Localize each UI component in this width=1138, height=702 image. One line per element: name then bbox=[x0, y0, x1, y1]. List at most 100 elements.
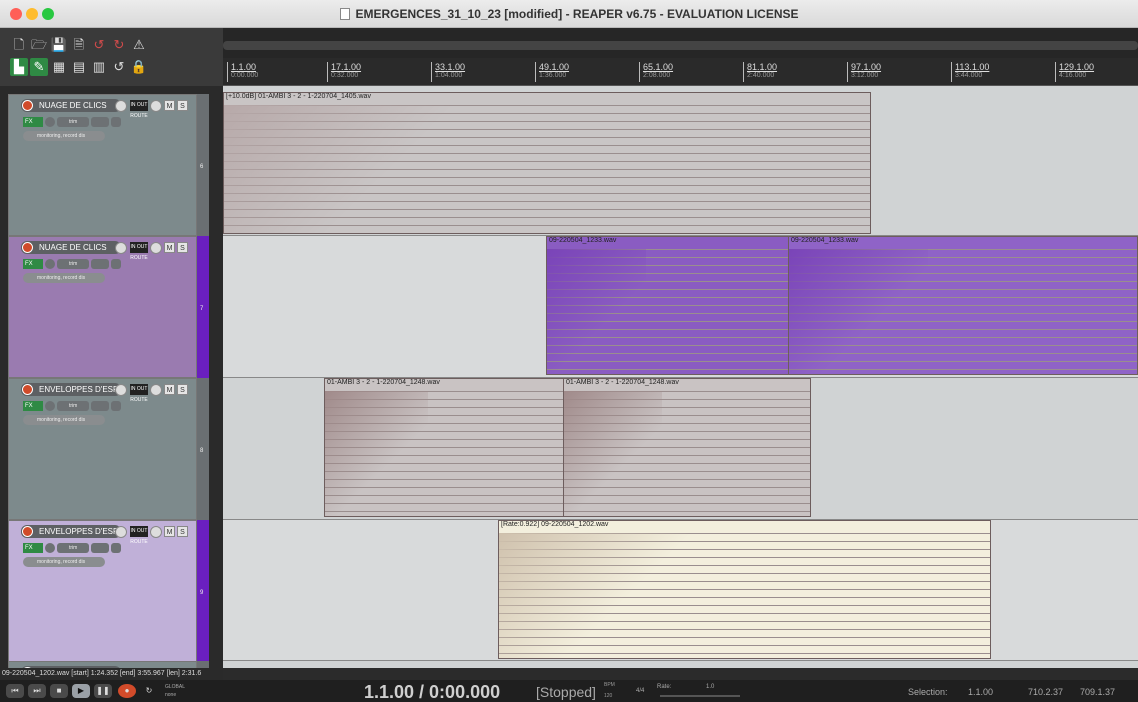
bpm-value[interactable]: 120 bbox=[604, 693, 612, 699]
fade-in-curve[interactable] bbox=[499, 533, 696, 658]
solo-button[interactable]: S bbox=[177, 242, 188, 253]
phase-icon[interactable] bbox=[45, 401, 55, 411]
selection-end[interactable]: 710.2.37 bbox=[1028, 687, 1063, 697]
play-arrow-icon[interactable] bbox=[111, 401, 121, 411]
track-name[interactable]: ENVELOPPES D'ESPAt..2 bbox=[21, 525, 121, 538]
pan-knob[interactable] bbox=[150, 100, 162, 112]
track-name[interactable]: NUAGE DE CLICS bbox=[21, 99, 121, 112]
record-arm-icon[interactable] bbox=[22, 384, 33, 395]
automation-mode-button[interactable]: trim bbox=[57, 401, 89, 411]
pause-button[interactable]: ❚❚ bbox=[94, 684, 112, 698]
track-4[interactable]: ENVELOPPES D'ESPAt..2 IN OUT ROUTE MS FX tri… bbox=[0, 520, 223, 662]
media-item[interactable]: [+10.0dB] 01-AMBI 3 - 2 - 1-220704_1405.… bbox=[223, 92, 871, 234]
ruler-marker[interactable]: 113.1.00 3:44.000 bbox=[951, 62, 989, 82]
solo-button[interactable]: S bbox=[177, 100, 188, 111]
play-arrow-icon[interactable] bbox=[111, 117, 121, 127]
ruler-marker[interactable]: 97.1.00 3:12.000 bbox=[847, 62, 881, 82]
ripple-edit-icon[interactable]: ▙ bbox=[10, 58, 28, 76]
chevron-down-icon[interactable] bbox=[91, 543, 109, 553]
fade-in-curve[interactable] bbox=[564, 391, 663, 516]
track-lane[interactable] bbox=[223, 661, 1138, 668]
go-to-end-button[interactable]: ⏭ bbox=[28, 684, 46, 698]
fade-in-curve[interactable] bbox=[547, 249, 647, 374]
crossfade-icon[interactable]: ▥ bbox=[90, 58, 108, 76]
time-signature[interactable]: 4/4 bbox=[636, 688, 644, 694]
media-item[interactable]: [Rate:0.922] 09-220504_1202.wav bbox=[498, 520, 991, 659]
stop-button[interactable]: ■ bbox=[50, 684, 68, 698]
mute-button[interactable]: M bbox=[164, 100, 175, 111]
solo-button[interactable]: S bbox=[177, 526, 188, 537]
volume-knob[interactable] bbox=[115, 526, 127, 538]
track-panel[interactable]: ENVELOPPES D'ESPAt..2 IN OUT ROUTE MS FX tri… bbox=[8, 520, 197, 662]
play-arrow-icon[interactable] bbox=[111, 259, 121, 269]
selection-length[interactable]: 709.1.37 bbox=[1080, 687, 1115, 697]
ruler-marker[interactable]: 81.1.00 2:40.000 bbox=[743, 62, 777, 82]
chevron-down-icon[interactable] bbox=[91, 117, 109, 127]
track-3[interactable]: ENVELOPPES D'ESPAt..1 IN OUT ROUTE MS FX tri… bbox=[0, 378, 223, 520]
record-button[interactable]: ● bbox=[118, 684, 136, 698]
lock-icon[interactable]: 🔒 bbox=[130, 58, 148, 76]
ruler-marker[interactable]: 1.1.00 0:00.000 bbox=[227, 62, 258, 82]
route-button[interactable]: IN OUT ROUTE bbox=[130, 384, 148, 403]
route-button[interactable]: IN OUT ROUTE bbox=[130, 242, 148, 261]
track-panel[interactable]: ENVELOPPES D'ESPAt..1 IN OUT ROUTE MS FX tri… bbox=[8, 378, 197, 520]
automation-mode-button[interactable]: trim bbox=[57, 543, 89, 553]
global-automation-value[interactable]: none bbox=[165, 692, 176, 698]
rate-value[interactable]: 1.0 bbox=[706, 684, 714, 690]
fade-in-curve[interactable] bbox=[325, 391, 429, 516]
fx-button[interactable]: FX bbox=[23, 117, 43, 127]
media-item[interactable]: 09-220504_1233.wav bbox=[788, 236, 1138, 375]
play-button[interactable]: ▶ bbox=[72, 684, 90, 698]
envelope-lock-icon[interactable]: ✎ bbox=[30, 58, 48, 76]
metronome-icon[interactable]: ⚠ bbox=[130, 36, 148, 54]
record-monitor-dropdown[interactable]: monitoring, record dis bbox=[23, 131, 105, 141]
record-monitor-dropdown[interactable]: monitoring, record dis bbox=[23, 273, 105, 283]
pan-knob[interactable] bbox=[150, 242, 162, 254]
record-arm-icon[interactable] bbox=[22, 242, 33, 253]
chevron-down-icon[interactable] bbox=[91, 401, 109, 411]
automation-mode-button[interactable]: trim bbox=[57, 117, 89, 127]
fx-button[interactable]: FX bbox=[23, 401, 43, 411]
rate-slider[interactable] bbox=[660, 695, 740, 697]
record-arm-icon[interactable] bbox=[22, 100, 33, 111]
pan-knob[interactable] bbox=[150, 526, 162, 538]
media-item[interactable]: 01-AMBI 3 - 2 - 1-220704_1248.wav bbox=[324, 378, 584, 517]
mute-button[interactable]: M bbox=[164, 526, 175, 537]
ruler-marker[interactable]: 129.1.00 4:16.000 bbox=[1055, 62, 1094, 82]
volume-knob[interactable] bbox=[115, 100, 127, 112]
save-project-icon[interactable]: 💾 bbox=[50, 36, 68, 54]
open-project-icon[interactable]: 🗁 bbox=[30, 36, 48, 54]
ruler-marker[interactable]: 49.1.00 1:36.000 bbox=[535, 62, 569, 82]
track-2[interactable]: NUAGE DE CLICS IN OUT ROUTE M S FX trim monito… bbox=[0, 236, 223, 378]
top-horizontal-scrollbar[interactable] bbox=[223, 41, 1138, 50]
phase-icon[interactable] bbox=[45, 117, 55, 127]
fade-in-curve[interactable] bbox=[224, 105, 483, 233]
redo-icon[interactable]: ↻ bbox=[110, 36, 128, 54]
fx-button[interactable]: FX bbox=[23, 543, 43, 553]
track-1[interactable]: NUAGE DE CLICS IN OUT ROUTE M S FX trim monito… bbox=[0, 94, 223, 236]
arrange-view[interactable]: [+10.0dB] 01-AMBI 3 - 2 - 1-220704_1405.… bbox=[223, 86, 1138, 668]
record-monitor-dropdown[interactable]: monitoring, record dis bbox=[23, 415, 105, 425]
track-name[interactable]: NUAGE DE CLICS bbox=[21, 241, 121, 254]
track-panel[interactable]: NUAGE DE CLICS IN OUT ROUTE M S FX trim monito… bbox=[8, 236, 197, 378]
volume-knob[interactable] bbox=[115, 242, 127, 254]
time-display[interactable]: 1.1.00 / 0:00.000 bbox=[364, 682, 500, 702]
loop-icon[interactable]: ↺ bbox=[110, 58, 128, 76]
ruler-marker[interactable]: 33.1.00 1:04.000 bbox=[431, 62, 465, 82]
pan-knob[interactable] bbox=[150, 384, 162, 396]
fx-button[interactable]: FX bbox=[23, 259, 43, 269]
mute-button[interactable]: M bbox=[164, 242, 175, 253]
play-arrow-icon[interactable] bbox=[111, 543, 121, 553]
repeat-icon[interactable]: ↻ bbox=[140, 684, 158, 698]
mute-button[interactable]: M bbox=[164, 384, 175, 395]
phase-icon[interactable] bbox=[45, 259, 55, 269]
undo-icon[interactable]: ↺ bbox=[90, 36, 108, 54]
record-arm-icon[interactable] bbox=[22, 526, 33, 537]
new-project-icon[interactable]: 🗋 bbox=[10, 36, 28, 54]
chevron-down-icon[interactable] bbox=[91, 259, 109, 269]
route-button[interactable]: IN OUT ROUTE bbox=[130, 526, 148, 545]
grid-icon[interactable]: ▦ bbox=[50, 58, 68, 76]
ruler-marker[interactable]: 65.1.00 2:08.000 bbox=[639, 62, 673, 82]
media-item[interactable]: 01-AMBI 3 - 2 - 1-220704_1248.wav bbox=[563, 378, 811, 517]
record-monitor-dropdown[interactable]: monitoring, record dis bbox=[23, 557, 105, 567]
